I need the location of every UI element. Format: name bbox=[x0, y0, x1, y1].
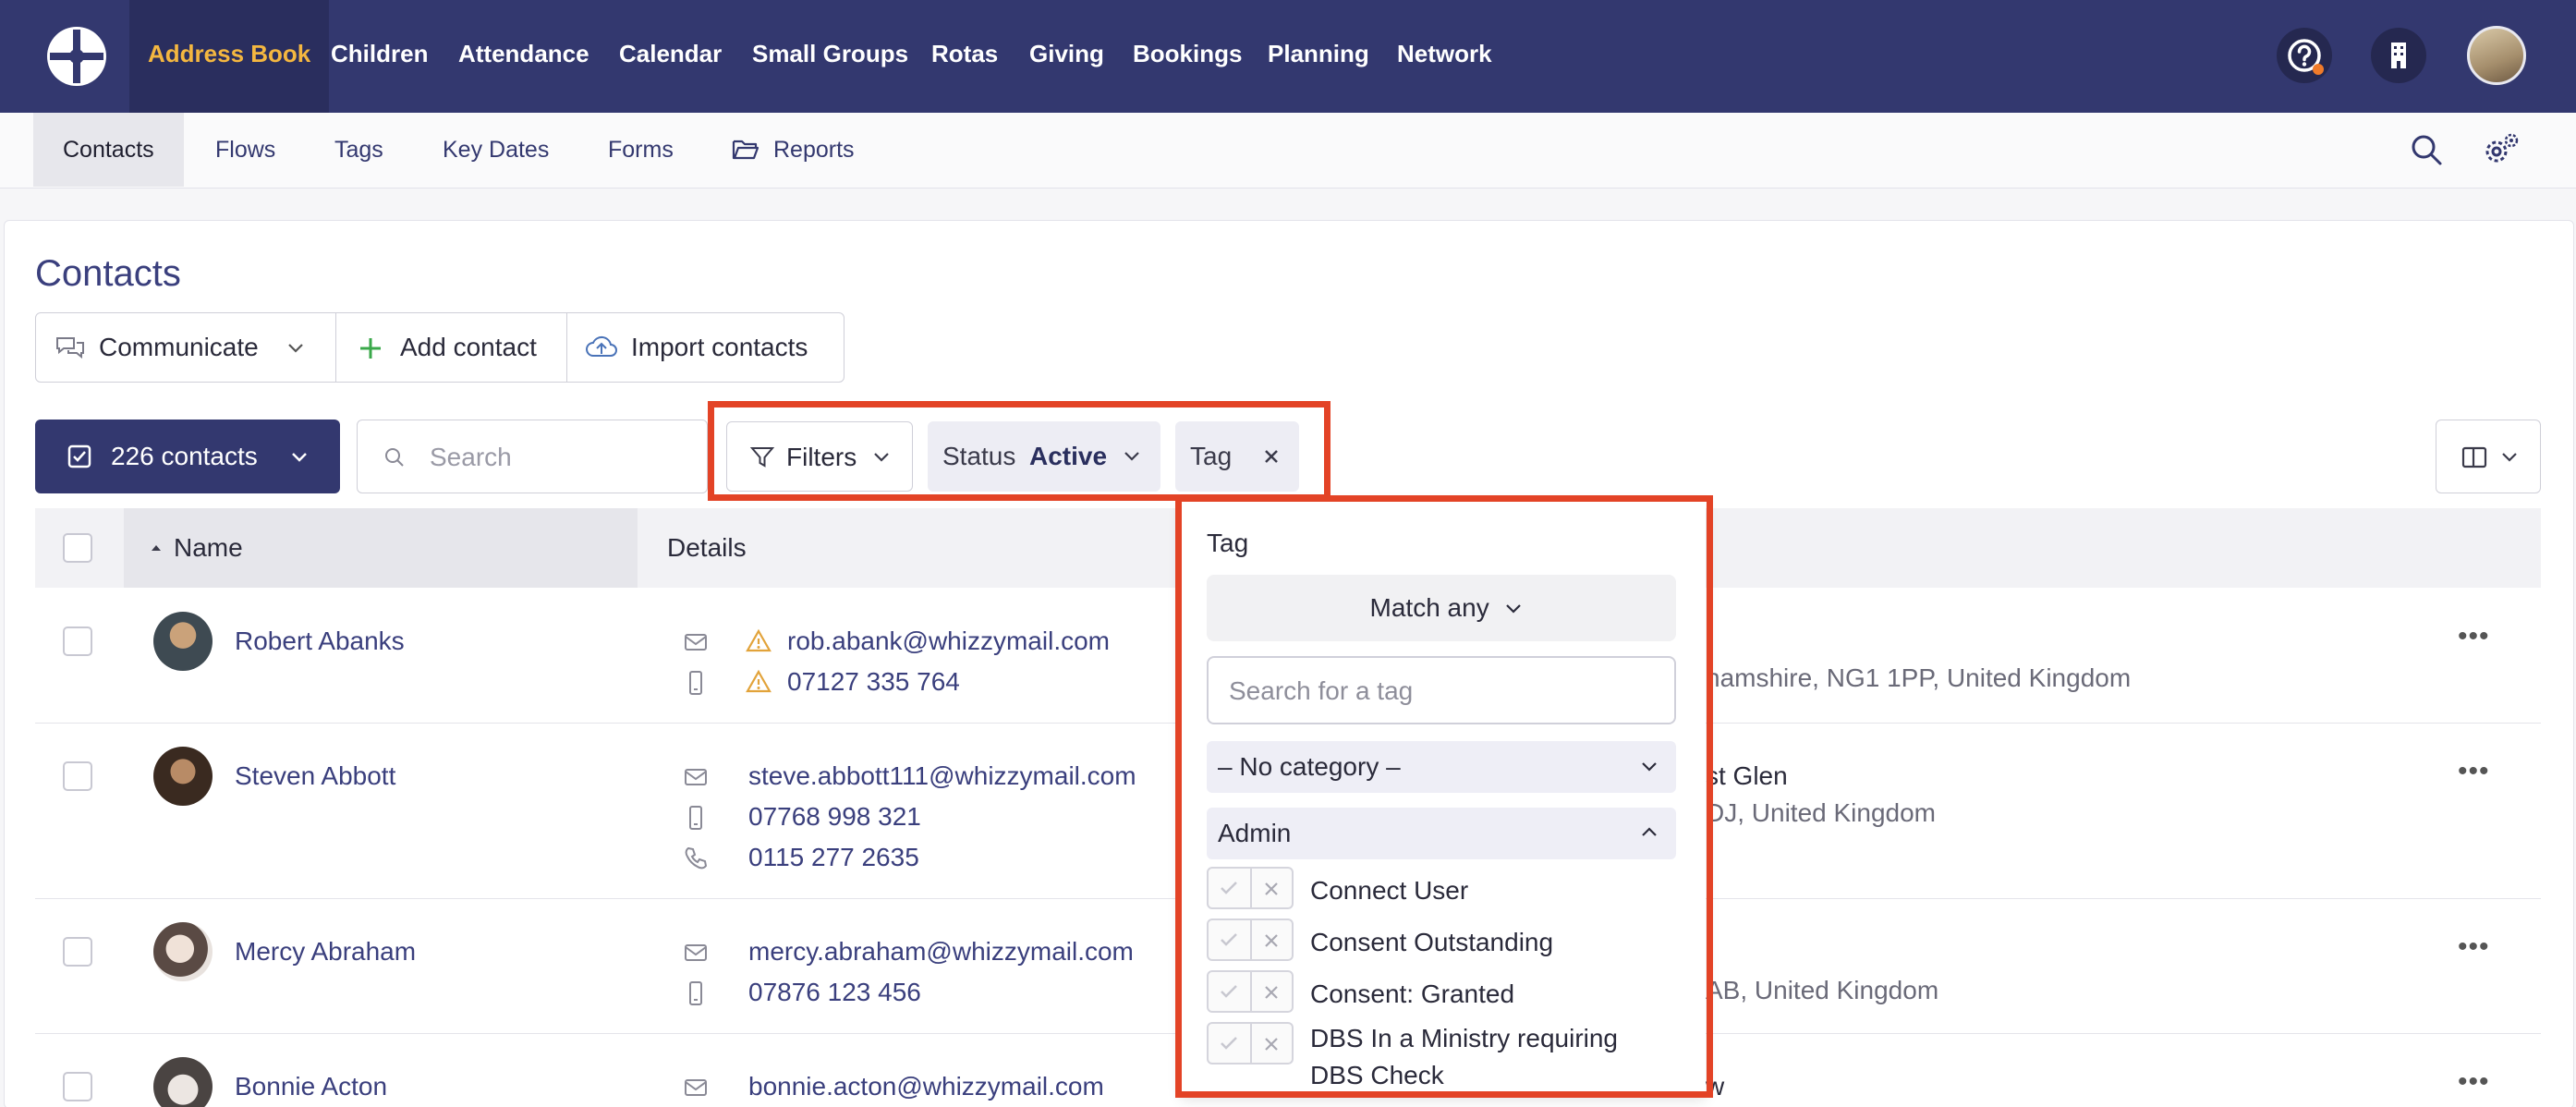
contact-address-line2: DJ, United Kingdom bbox=[1706, 798, 1937, 827]
row-more-menu-icon[interactable]: ••• bbox=[2458, 756, 2490, 787]
top-nav: Address Book Children Attendance Calenda… bbox=[0, 0, 2576, 113]
subnav-item-key-dates[interactable]: Key Dates bbox=[443, 113, 549, 187]
chevron-down-icon bbox=[2502, 453, 2517, 462]
plus-icon bbox=[360, 338, 381, 359]
sort-ascending-icon bbox=[152, 545, 161, 551]
search-icon[interactable] bbox=[2410, 133, 2443, 166]
chevron-down-icon bbox=[288, 344, 303, 353]
contact-name[interactable]: Mercy Abraham bbox=[235, 937, 416, 967]
nav-item-small-groups[interactable]: Small Groups bbox=[752, 0, 908, 113]
help-icon bbox=[2288, 39, 2324, 75]
contact-mobile[interactable]: 07876 123 456 bbox=[748, 978, 921, 1007]
row-checkbox[interactable] bbox=[63, 626, 92, 656]
subnav-item-contacts[interactable]: Contacts bbox=[33, 113, 184, 187]
search-icon bbox=[385, 448, 404, 467]
help-button[interactable] bbox=[2277, 28, 2332, 83]
contact-name[interactable]: Steven Abbott bbox=[235, 761, 395, 791]
avatar bbox=[153, 922, 213, 981]
row-more-menu-icon[interactable]: ••• bbox=[2458, 931, 2490, 963]
nav-item-network[interactable]: Network bbox=[1397, 0, 1492, 113]
contact-name[interactable]: Robert Abanks bbox=[235, 626, 405, 656]
nav-item-address-book[interactable]: Address Book bbox=[129, 0, 330, 113]
avatar bbox=[153, 747, 213, 806]
contact-address: hamshire, NG1 1PP, United Kingdom bbox=[1706, 663, 2132, 692]
details-column-header: Details bbox=[667, 533, 747, 562]
row-checkbox[interactable] bbox=[63, 937, 92, 967]
checkbox-checked-icon bbox=[67, 444, 91, 468]
name-column-header[interactable]: Name bbox=[124, 508, 638, 588]
contacts-count-label: 226 contacts bbox=[111, 442, 258, 470]
phone-icon bbox=[685, 846, 708, 870]
subnav-item-flows[interactable]: Flows bbox=[215, 113, 275, 187]
name-header-label: Name bbox=[174, 533, 243, 562]
contact-mobile[interactable]: 07127 335 764 bbox=[787, 667, 960, 697]
subnav-item-tags[interactable]: Tags bbox=[334, 113, 383, 187]
sub-nav: Contacts Flows Tags Key Dates Forms Repo… bbox=[0, 113, 2576, 189]
contact-email[interactable]: rob.abank@whizzymail.com bbox=[787, 626, 1110, 656]
cloud-upload-icon bbox=[586, 335, 617, 357]
contact-address: AB, United Kingdom bbox=[1706, 976, 1939, 1004]
chat-bubbles-icon bbox=[56, 337, 84, 359]
mobile-icon bbox=[689, 806, 702, 830]
nav-item-children[interactable]: Children bbox=[331, 0, 428, 113]
contacts-search bbox=[357, 420, 708, 493]
nav-item-giving[interactable]: Giving bbox=[1029, 0, 1104, 113]
nav-item-rotas[interactable]: Rotas bbox=[931, 0, 998, 113]
chevron-down-icon bbox=[292, 453, 307, 462]
user-avatar[interactable] bbox=[2467, 26, 2526, 85]
contact-address-line1: st Glen bbox=[1706, 761, 1788, 790]
nav-item-calendar[interactable]: Calendar bbox=[619, 0, 722, 113]
filter-bar-highlight bbox=[708, 401, 1331, 501]
contact-email[interactable]: bonnie.acton@whizzymail.com bbox=[748, 1072, 1104, 1101]
email-icon bbox=[685, 634, 707, 651]
search-input[interactable] bbox=[430, 437, 698, 478]
mobile-icon bbox=[689, 671, 702, 695]
action-button-group: Communicate Add contact Import contacts bbox=[35, 312, 844, 383]
row-checkbox[interactable] bbox=[63, 1072, 92, 1101]
columns-icon bbox=[2461, 446, 2487, 468]
nav-item-attendance[interactable]: Attendance bbox=[458, 0, 589, 113]
tag-dropdown-highlight bbox=[1175, 495, 1713, 1098]
communicate-button[interactable]: Communicate bbox=[99, 313, 259, 382]
warning-icon bbox=[746, 669, 772, 693]
contacts-count-button[interactable]: 226 contacts bbox=[35, 420, 340, 493]
row-more-menu-icon[interactable]: ••• bbox=[2458, 621, 2490, 652]
contact-mobile[interactable]: 07768 998 321 bbox=[748, 802, 921, 832]
subnav-item-forms[interactable]: Forms bbox=[608, 113, 674, 187]
contact-phone[interactable]: 0115 277 2635 bbox=[748, 843, 919, 872]
row-more-menu-icon[interactable]: ••• bbox=[2458, 1066, 2490, 1098]
contact-email[interactable]: steve.abbott111@whizzymail.com bbox=[748, 761, 1136, 791]
building-icon bbox=[2391, 43, 2406, 68]
email-icon bbox=[685, 1079, 707, 1096]
nav-item-bookings[interactable]: Bookings bbox=[1133, 0, 1242, 113]
select-all-checkbox[interactable] bbox=[63, 533, 92, 563]
column-layout-button[interactable] bbox=[2436, 420, 2541, 493]
avatar bbox=[153, 612, 213, 671]
folder-open-icon bbox=[732, 140, 759, 160]
warning-icon bbox=[746, 628, 772, 652]
email-icon bbox=[685, 769, 707, 785]
subnav-item-reports[interactable]: Reports bbox=[773, 113, 855, 187]
row-checkbox[interactable] bbox=[63, 761, 92, 791]
add-contact-button[interactable]: Add contact bbox=[400, 313, 537, 382]
email-icon bbox=[685, 944, 707, 961]
organisation-button[interactable] bbox=[2371, 28, 2426, 83]
mobile-icon bbox=[689, 981, 702, 1005]
nav-item-planning[interactable]: Planning bbox=[1268, 0, 1369, 113]
contact-name[interactable]: Bonnie Acton bbox=[235, 1072, 387, 1101]
settings-gears-icon[interactable] bbox=[2482, 131, 2521, 168]
app-logo-icon[interactable] bbox=[44, 24, 109, 89]
page-title: Contacts bbox=[35, 253, 181, 294]
contact-email[interactable]: mercy.abraham@whizzymail.com bbox=[748, 937, 1134, 967]
import-contacts-button[interactable]: Import contacts bbox=[631, 313, 808, 382]
